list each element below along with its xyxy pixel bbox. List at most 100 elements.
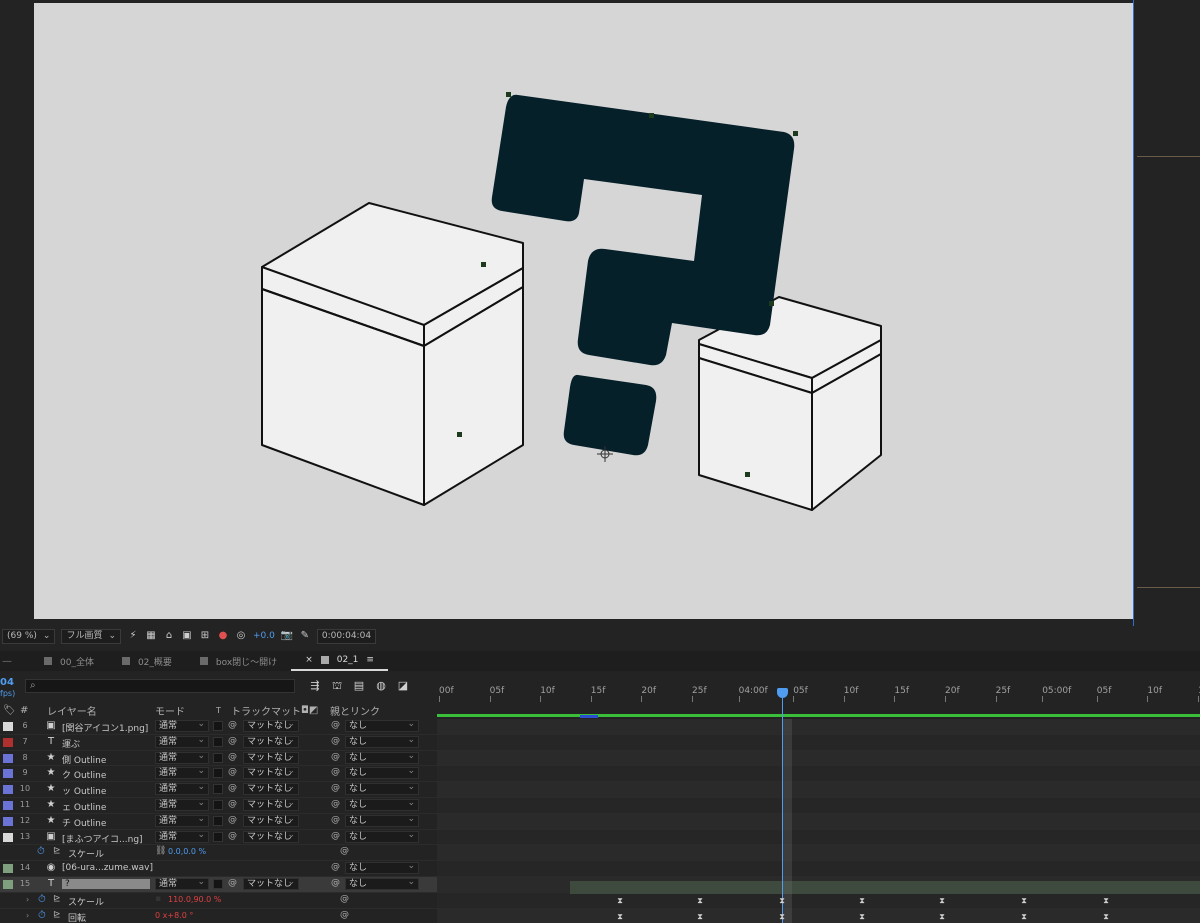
tab-02-gaiyou[interactable]: 02_概要 — [108, 651, 186, 671]
pickwhip-icon[interactable]: @ — [340, 910, 349, 920]
layer-search-input[interactable]: ⌕ — [25, 679, 295, 693]
layer-row-selected[interactable]: 15 T? 通常 @ マットなし @ なし — [0, 876, 437, 893]
layer-name[interactable]: チ Outline — [62, 816, 106, 829]
keyframe-icon[interactable]: ⧗ — [696, 913, 704, 921]
parent-dropdown[interactable]: なし — [345, 782, 419, 796]
preserve-transparency-checkbox[interactable] — [213, 815, 223, 826]
keyframe-icon[interactable]: ⧗ — [778, 897, 786, 905]
track-row[interactable] — [437, 797, 1200, 814]
mode-dropdown[interactable]: 通常 — [155, 782, 209, 796]
column-num[interactable]: # — [20, 705, 28, 716]
column-t[interactable]: T — [216, 706, 221, 715]
keyframe-icon[interactable]: ⧗ — [858, 897, 866, 905]
trackmatte-dropdown[interactable]: マットなし — [243, 877, 299, 890]
layer-name[interactable]: [まふつアイコ...ng] — [62, 832, 143, 845]
color-channels-icon[interactable]: ● — [217, 630, 229, 642]
show-snapshot-icon[interactable]: ✎ — [299, 630, 311, 642]
preserve-transparency-checkbox[interactable] — [213, 831, 223, 842]
track-row[interactable] — [437, 908, 1200, 923]
trackmatte-dropdown[interactable]: マットなし — [243, 766, 299, 780]
shy-icon[interactable]: ⛫ — [330, 679, 344, 692]
layer-name[interactable]: [関谷アイコン1.png] — [62, 721, 148, 734]
preserve-transparency-checkbox[interactable] — [213, 799, 223, 810]
graph-icon[interactable]: ⊵ — [53, 910, 61, 920]
parent-pickwhip-icon[interactable]: @ — [331, 831, 340, 841]
matte-pickwhip-icon[interactable]: @ — [228, 878, 237, 888]
track-row[interactable] — [437, 734, 1200, 751]
playhead[interactable] — [782, 688, 783, 923]
preserve-transparency-checkbox[interactable] — [213, 752, 223, 763]
parent-pickwhip-icon[interactable]: @ — [331, 815, 340, 825]
matte-pickwhip-icon[interactable]: @ — [228, 799, 237, 809]
preserve-transparency-checkbox[interactable] — [213, 784, 223, 795]
label-color[interactable] — [3, 737, 13, 747]
column-trackmatte[interactable]: トラックマット — [231, 703, 301, 718]
preserve-transparency-checkbox[interactable] — [213, 736, 223, 747]
layer-name[interactable]: [06-ura...zume.wav] — [62, 863, 153, 873]
parent-dropdown[interactable]: なし — [345, 830, 419, 843]
track-row[interactable] — [437, 845, 1200, 862]
stopwatch-icon[interactable]: ⏱ — [38, 894, 46, 905]
parent-dropdown[interactable]: なし — [345, 814, 419, 827]
keyframe-icon[interactable]: ⧗ — [1020, 913, 1028, 921]
track-row[interactable] — [437, 719, 1200, 735]
layer-name[interactable]: ク Outline — [62, 768, 106, 781]
graph-icon[interactable]: ⊵ — [53, 846, 61, 856]
label-color[interactable] — [3, 800, 13, 810]
layer-row[interactable]: 12 ★ チ Outline 通常 @ マットなし @ なし — [0, 814, 437, 830]
track-row[interactable] — [437, 892, 1200, 909]
mode-dropdown[interactable]: 通常 — [155, 735, 209, 748]
matte-pickwhip-icon[interactable]: @ — [228, 752, 237, 762]
exposure-value[interactable]: +0.0 — [253, 631, 275, 641]
keyframe-icon[interactable]: ⧗ — [778, 913, 786, 921]
preserve-transparency-checkbox[interactable] — [213, 768, 223, 779]
grid-guides-icon[interactable]: ⊞ — [199, 630, 211, 642]
matte-pickwhip-icon[interactable]: @ — [228, 815, 237, 825]
graph-icon[interactable]: ⊵ — [53, 894, 61, 904]
parent-pickwhip-icon[interactable]: @ — [331, 783, 340, 793]
layer-row[interactable]: 6 ▣ [関谷アイコン1.png] 通常 @ マットなし @ なし — [0, 719, 437, 735]
trackmatte-icons[interactable]: ◘◩ — [301, 705, 318, 716]
parent-dropdown[interactable]: なし — [345, 719, 419, 732]
property-row-rotation[interactable]: › ⏱ ⊵ 回転 0 x+8.0 ° @ — [0, 909, 437, 923]
layer-row[interactable]: 11 ★ ェ Outline 通常 @ マットなし @ なし — [0, 798, 437, 814]
region-of-interest-icon[interactable]: ▣ — [181, 630, 193, 642]
label-tag-icon[interactable]: 🏷 — [3, 705, 16, 716]
track-row[interactable] — [437, 766, 1200, 783]
chevron-right-icon[interactable]: › — [26, 911, 29, 920]
property-row-scale[interactable]: ⏱ ⊵ スケール ⛓ 0.0,0.0 % @ — [0, 845, 437, 862]
matte-pickwhip-icon[interactable]: @ — [228, 783, 237, 793]
motion-blur-icon[interactable]: ◍ — [374, 679, 388, 692]
parent-dropdown[interactable]: なし — [345, 877, 419, 890]
menu-icon[interactable]: ≡ — [366, 655, 374, 665]
keyframe-icon[interactable]: ⧗ — [616, 913, 624, 921]
parent-pickwhip-icon[interactable]: @ — [331, 878, 340, 888]
parent-dropdown[interactable]: なし — [345, 798, 419, 811]
snapshot-icon[interactable]: 📷 — [281, 630, 293, 642]
parent-pickwhip-icon[interactable]: @ — [331, 752, 340, 762]
layer-name[interactable]: 運ぶ — [62, 737, 80, 750]
tab-00-zentai[interactable]: 00_全体 — [30, 651, 108, 671]
pickwhip-icon[interactable]: @ — [340, 846, 349, 856]
matte-pickwhip-icon[interactable]: @ — [228, 767, 237, 777]
column-layer-name[interactable]: レイヤー名 — [47, 703, 97, 718]
keyframe-icon[interactable]: ⧗ — [1102, 897, 1110, 905]
parent-pickwhip-icon[interactable]: @ — [331, 862, 340, 872]
work-area-bar[interactable] — [437, 714, 1200, 717]
track-row[interactable] — [437, 750, 1200, 767]
property-row-scale[interactable]: › ⏱ ⊵ スケール ▪ 110.0,90.0 % @ — [0, 893, 437, 909]
mode-dropdown[interactable]: 通常 — [155, 719, 209, 732]
layer-name[interactable]: 側 Outline — [62, 753, 106, 766]
matte-pickwhip-icon[interactable]: @ — [228, 720, 237, 730]
composition-viewer[interactable] — [0, 0, 1200, 643]
mode-dropdown[interactable]: 通常 — [155, 798, 209, 811]
preserve-transparency-checkbox[interactable] — [213, 721, 223, 731]
mode-dropdown[interactable]: 通常 — [155, 751, 209, 764]
parent-dropdown[interactable]: なし — [345, 861, 419, 875]
parent-dropdown[interactable]: なし — [345, 766, 419, 780]
tab-02-1[interactable]: × 02_1 ≡ — [291, 651, 388, 671]
layer-row[interactable]: 14 ◉ [06-ura...zume.wav] @ なし — [0, 861, 437, 877]
color-management-icon[interactable]: ◎ — [235, 630, 247, 642]
property-value[interactable]: 0 x+8.0 ° — [155, 911, 193, 920]
comp-flowchart-icon[interactable]: ⇶ — [308, 679, 322, 692]
